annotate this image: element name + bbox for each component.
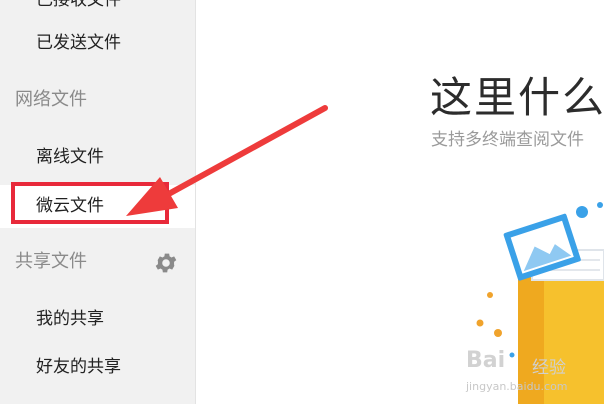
watermark-brand: Bai [466,348,506,373]
page-subtitle: 支持多终端查阅文件 [431,130,584,150]
watermark-url: jingyan.baidu.com [466,380,568,393]
page-title: 这里什么 [430,73,604,122]
watermark-suffix: 经验 [532,358,566,378]
